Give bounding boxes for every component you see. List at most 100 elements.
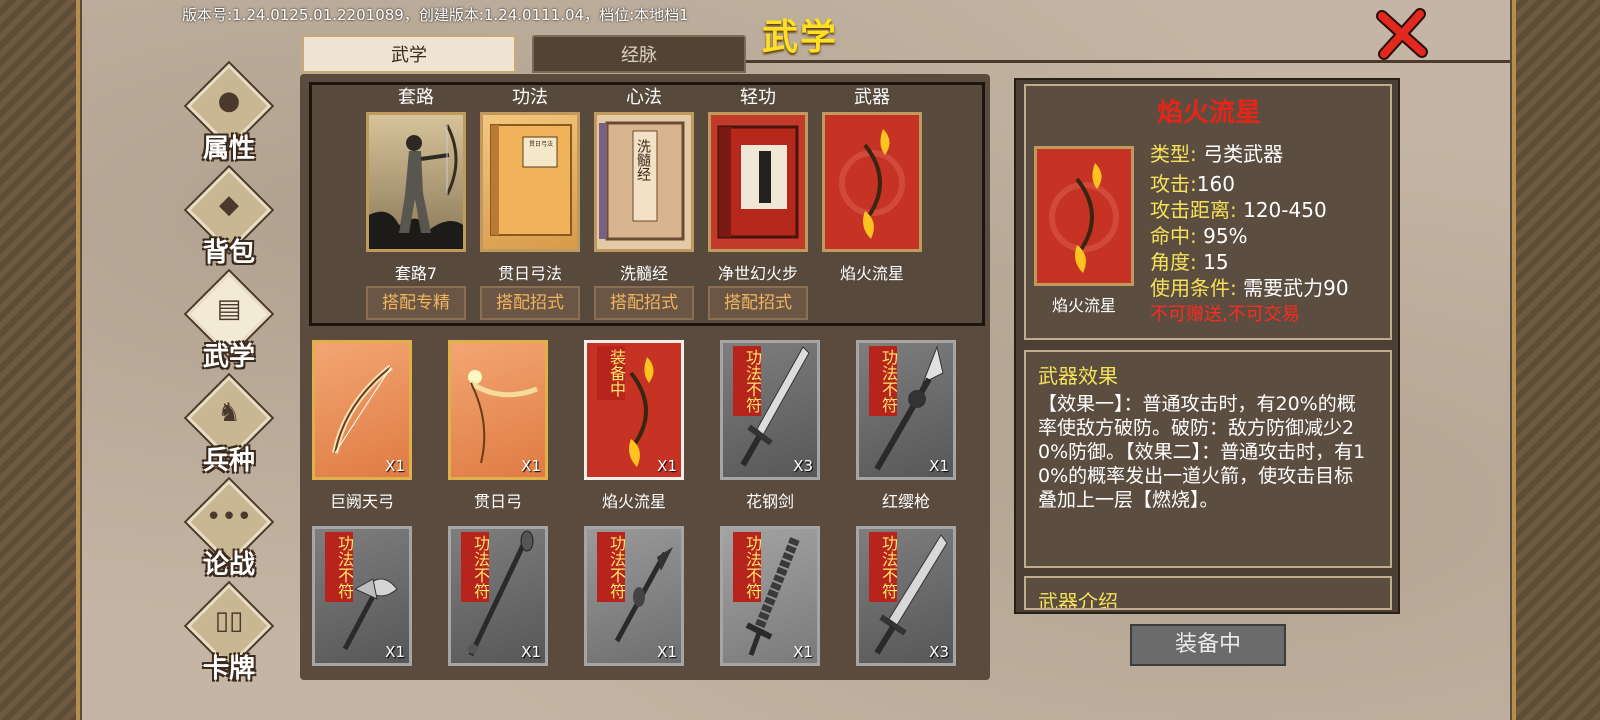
match-specialty-button[interactable]: 搭配专精 [366,286,466,320]
item-name: 焰火流星 [601,492,666,511]
slot-header: 功法 [512,87,548,108]
item-card: 功法不符 X3 [856,526,956,666]
stat-key: 类型 [1150,142,1190,166]
sidebar-item-label: 属性 [202,134,255,164]
item-name [312,674,412,694]
item-name: 巨阙天弓 [329,492,394,511]
left-frame [0,0,80,720]
stat-key: 命中 [1150,224,1190,248]
sidebar-item-debate[interactable]: ••• 论战 [185,479,273,584]
effect-text: 【效果一】：普通攻击时，有20%的概率使敌方破防。破防：敌方防御减少20%防御。… [1038,393,1366,511]
inventory-item[interactable]: 装备中 X1 焰火流星 [584,340,684,511]
chat-icon: ••• [205,502,252,532]
book-icon [599,121,685,241]
sidebar-item-troops[interactable]: ♞ 兵种 [185,375,273,480]
page-title: 武学 [762,17,839,58]
stat-key: 使用条件 [1150,276,1230,300]
item-name [584,674,684,694]
mismatch-tag: 功法不符 [869,532,898,602]
slot-gongfa[interactable]: 功法 贯日弓法 贯日弓法 [480,86,580,284]
sidebar-item-label: 论战 [202,550,255,580]
slot-qinggong[interactable]: 轻功 净世幻火步 [708,86,808,284]
cards-icon: ▯▯ [214,606,244,636]
stat-range: 攻击距离: 120-450 [1150,198,1327,222]
title-divider [740,60,1510,63]
stat-requirement: 使用条件: 需要武力90 [1150,276,1349,300]
mismatch-tag: 功法不符 [461,532,490,602]
sidebar-item-martial-arts[interactable]: ▤ 武学 [185,271,273,376]
sidebar-item-cards[interactable]: ▯▯ 卡牌 [185,583,273,688]
item-card: X1 [312,340,412,480]
item-name [856,674,956,694]
effect-title: 武器效果 [1038,364,1118,388]
archer-card [366,112,466,252]
inventory-item[interactable]: 功法不符 X1 [448,526,548,694]
manual-card [708,112,808,252]
close-icon [1376,8,1428,60]
slot-header: 套路 [398,87,434,108]
mismatch-tag: 功法不符 [733,532,762,602]
inventory-item[interactable]: 功法不符 X1 [584,526,684,694]
item-count: X1 [657,643,677,661]
item-count: X1 [929,457,949,475]
item-card: 装备中 X1 [584,340,684,480]
bag-icon: ◆ [219,190,239,220]
sidebar-item-attributes[interactable]: ● 属性 [185,63,273,168]
sidebar-item-bag[interactable]: ◆ 背包 [185,167,273,272]
item-card: 功法不符 X1 [856,340,956,480]
item-name: 红缨枪 [881,492,930,511]
manual-card: 贯日弓法 [480,112,580,252]
item-count: X1 [793,643,813,661]
sidebar-item-label: 武学 [202,342,255,372]
tab-wuxue[interactable]: 武学 [302,35,516,73]
weapon-card [822,112,922,252]
match-move-button-2[interactable]: 搭配招式 [594,286,694,320]
archer-icon [369,124,463,249]
inventory-item[interactable]: 功法不符 X1 [312,526,412,694]
item-name [720,674,820,694]
item-name: 贯日弓 [473,492,522,511]
slot-taolu[interactable]: 套路 套路7 [366,86,466,284]
mismatch-tag: 功法不符 [597,532,626,602]
item-card: 功法不符 X1 [720,526,820,666]
inventory-item[interactable]: 功法不符 X3 [856,526,956,694]
item-title: 焰火流星 [1156,98,1261,128]
equipped-button[interactable]: 装备中 [1130,624,1286,666]
inventory-item[interactable]: X1 贯日弓 [448,340,548,511]
version-info: 版本号:1.24.0125.01.2201089，创建版本:1.24.0111.… [182,6,689,24]
match-move-button-1[interactable]: 搭配招式 [480,286,580,320]
intro-title: 武器介绍 [1038,590,1118,610]
inventory-item[interactable]: 功法不符 X1 红缨枪 [856,340,956,511]
item-card: 功法不符 X3 [720,340,820,480]
close-button[interactable] [1376,8,1428,60]
person-icon: ● [217,86,241,116]
stat-value: 120-450 [1236,198,1327,222]
slot-xinfa[interactable]: 心法 洗髓经 洗髓经 [594,86,694,284]
weapon-intro-box[interactable]: 武器介绍 [1024,576,1392,610]
item-count: X1 [521,457,541,475]
sidebar-item-label: 卡牌 [202,654,255,684]
item-count: X1 [657,457,677,475]
item-count: X1 [521,643,541,661]
stat-key: 攻击距离 [1150,198,1230,222]
slot-header: 心法 [626,87,662,108]
item-card: 功法不符 X1 [312,526,412,666]
slot-weapon[interactable]: 武器 焰火流星 [822,86,922,284]
slot-name: 贯日弓法 [497,264,562,283]
stat-attack: 攻击:160 [1150,172,1235,196]
item-count: X1 [385,643,405,661]
inventory-item[interactable]: 功法不符 X1 [720,526,820,694]
item-card: 功法不符 X1 [584,526,684,666]
tab-jingmai[interactable]: 经脉 [532,35,746,73]
manual-card: 洗髓经 [594,112,694,252]
weapon-effect-box[interactable]: 武器效果 【效果一】：普通攻击时，有20%的概率使敌方破防。破防：敌方防御减少2… [1024,350,1392,568]
slot-name: 洗髓经 [619,264,668,283]
right-frame [1512,0,1600,720]
match-move-button-3[interactable]: 搭配招式 [708,286,808,320]
slot-header: 武器 [854,87,890,108]
item-name: 花钢剑 [745,492,794,511]
inventory-item[interactable]: X1 巨阙天弓 [312,340,412,511]
stat-type: 类型: 弓类武器 [1150,142,1284,166]
sidebar-item-label: 兵种 [202,446,255,476]
inventory-item[interactable]: 功法不符 X3 花钢剑 [720,340,820,511]
